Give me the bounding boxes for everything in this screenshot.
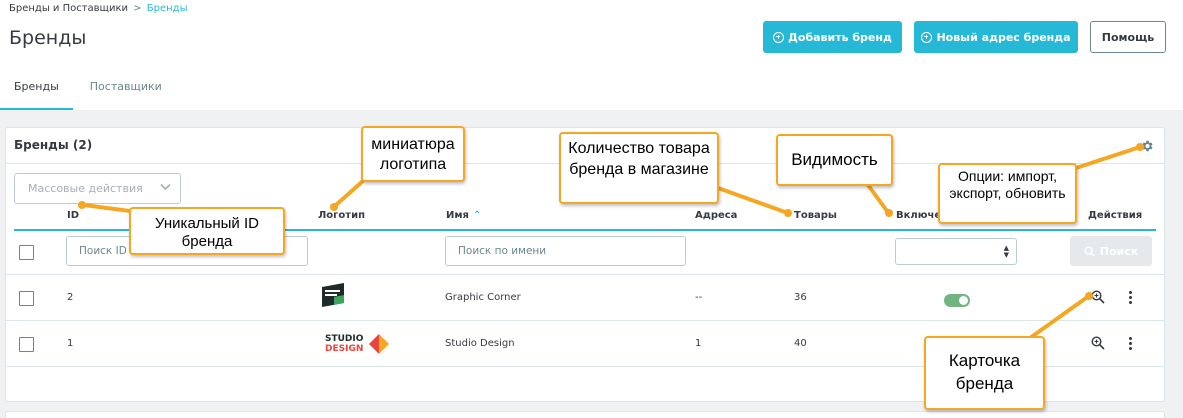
brand-id: 1	[67, 338, 74, 349]
row-checkbox[interactable]	[19, 337, 34, 352]
callout-options: Опции: импорт, экспорт, обновить	[938, 163, 1077, 224]
plus-circle-icon	[773, 31, 785, 43]
card-title: Бренды (2)	[14, 138, 93, 152]
breadcrumb-current[interactable]: Бренды	[147, 3, 188, 14]
enabled-filter-select[interactable]: ▲ ▼	[895, 238, 1017, 265]
chevron-down-icon	[160, 183, 171, 191]
search-button[interactable]: Поиск	[1070, 236, 1152, 266]
add-brand-label: Добавить бренд	[788, 30, 892, 44]
diamond-logo-shape	[369, 334, 389, 354]
gear-icon[interactable]	[1140, 139, 1154, 153]
callout-unique-id: Уникальный ID бренда	[129, 207, 285, 255]
new-brand-address-button[interactable]: Новый адрес бренда	[914, 21, 1078, 53]
breadcrumb: Бренды и Поставщики > Бренды	[9, 3, 188, 14]
column-header-actions: Действия	[1088, 210, 1143, 221]
zoom-in-icon[interactable]	[1091, 290, 1105, 304]
search-icon	[1084, 245, 1095, 257]
kebab-menu-icon[interactable]	[1129, 337, 1133, 351]
tabs: Бренды Поставщики	[0, 70, 176, 110]
brand-products: 36	[794, 292, 807, 303]
search-button-label: Поиск	[1099, 244, 1139, 258]
callout-brand-card: Карточка бренда	[924, 336, 1045, 410]
zoom-in-icon[interactable]	[1091, 336, 1105, 350]
page-title: Бренды	[9, 27, 87, 49]
bulk-actions-dropdown[interactable]: Массовые действия	[14, 173, 181, 204]
breadcrumb-parent[interactable]: Бренды и Поставщики	[9, 3, 128, 14]
column-header-name-label: Имя	[446, 210, 469, 221]
new-brand-address-label: Новый адрес бренда	[936, 30, 1071, 44]
column-header-logo: Логотип	[318, 210, 365, 221]
column-header-id[interactable]: ID	[67, 210, 79, 221]
breadcrumb-separator: >	[133, 3, 142, 14]
callout-logo-thumbnail: миниатюра логотипа	[361, 126, 465, 182]
column-header-addresses[interactable]: Адреса	[695, 210, 737, 221]
enabled-toggle[interactable]	[944, 294, 970, 307]
bulk-actions-label: Массовые действия	[28, 182, 143, 195]
help-button[interactable]: Помощь	[1090, 21, 1166, 53]
brand-name[interactable]: Graphic Corner	[445, 292, 521, 303]
studio-design-logo: STUDIO DESIGN	[325, 334, 395, 360]
callout-visibility: Видимость	[776, 134, 893, 186]
brand-addresses: 1	[695, 338, 702, 349]
kebab-menu-icon[interactable]	[1129, 291, 1133, 305]
select-all-checkbox[interactable]	[19, 245, 34, 260]
sort-ascending-icon[interactable]: ⌃	[473, 210, 481, 221]
row-checkbox[interactable]	[19, 291, 34, 306]
table-row[interactable]: 2 Graphic Corner -- 36	[6, 275, 1164, 321]
graphic-corner-logo	[322, 283, 344, 307]
brand-addresses: --	[695, 292, 703, 303]
plus-circle-icon	[921, 31, 933, 43]
column-header-name[interactable]: Имя ⌃	[446, 210, 481, 221]
brand-name[interactable]: Studio Design	[445, 338, 515, 349]
secondary-card	[5, 411, 1165, 418]
select-arrows-icon: ▲ ▼	[1003, 244, 1009, 259]
name-filter-input[interactable]: Поиск по имени	[445, 236, 686, 266]
tab-suppliers[interactable]: Поставщики	[73, 70, 176, 108]
brand-products: 40	[794, 338, 807, 349]
add-brand-button[interactable]: Добавить бренд	[763, 21, 902, 53]
tab-brands[interactable]: Бренды	[0, 70, 73, 110]
callout-product-count: Количество товара бренда в магазине	[559, 132, 719, 204]
page-header: Бренды и Поставщики > Бренды Бренды Доба…	[0, 0, 1183, 110]
brand-id: 2	[67, 292, 74, 303]
column-header-products[interactable]: Товары	[794, 210, 837, 221]
